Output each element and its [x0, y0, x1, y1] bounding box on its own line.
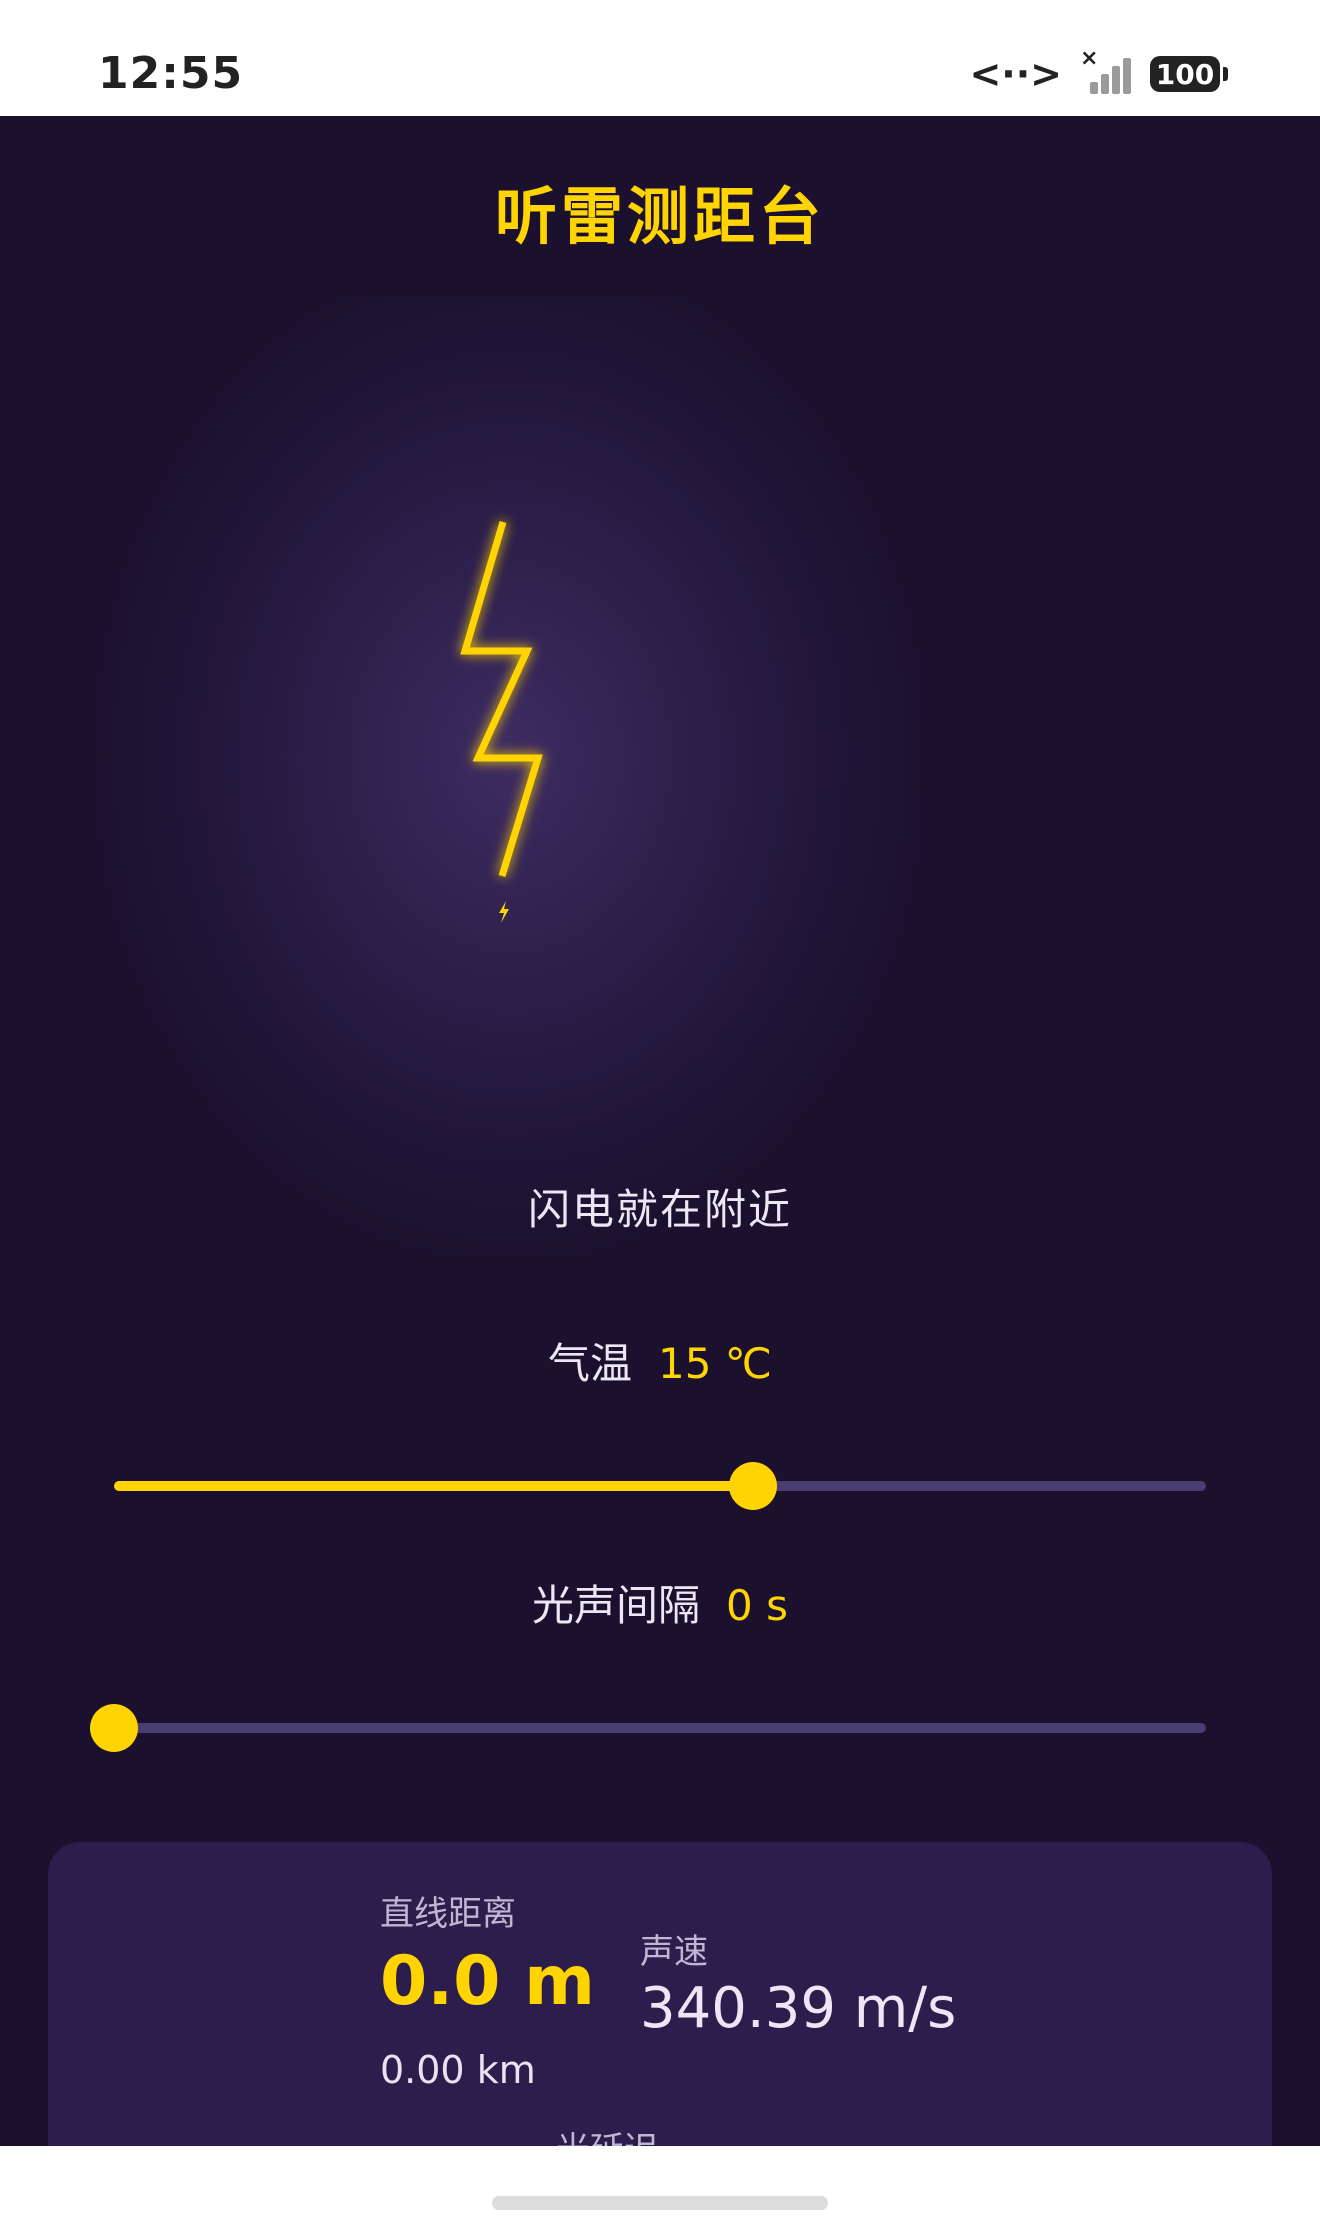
- sound-speed-value: 340.39 m/s: [640, 1976, 957, 2041]
- slider-track[interactable]: [114, 1723, 1206, 1733]
- temperature-slider[interactable]: [114, 1462, 1206, 1510]
- interval-row: 光声间隔 0 s: [0, 1572, 1320, 1633]
- status-time: 12:55: [98, 48, 244, 99]
- lightning-bolt-icon: [460, 521, 543, 878]
- lightning-status-text: 闪电就在附近: [527, 1185, 792, 1234]
- no-signal-mark: ×: [1080, 46, 1099, 71]
- sound-speed-label: 声速: [640, 1932, 708, 1972]
- temperature-row: 气温 15 ℃: [0, 1330, 1320, 1391]
- network-icon: <··>: [969, 52, 1062, 96]
- signal-bar: [1112, 66, 1120, 94]
- status-icons: <··> × 100: [969, 46, 1228, 96]
- battery-icon: 100: [1150, 56, 1228, 92]
- slider-thumb[interactable]: [90, 1704, 138, 1752]
- result-card: 直线距离 0.0 m 0.00 km 声速 340.39 m/s 光延迟: [48, 1842, 1272, 2146]
- status-bar: 12:55 <··> × 100: [0, 0, 1320, 116]
- signal-icon: ×: [1080, 46, 1132, 94]
- distance-kilometers: 0.00 km: [380, 2048, 536, 2092]
- signal-bar: [1101, 74, 1109, 94]
- battery-level: 100: [1155, 57, 1215, 91]
- signal-bar: [1090, 82, 1098, 94]
- light-delay-label: 光延迟: [556, 2122, 658, 2146]
- temperature-label: 气温: [548, 1339, 633, 1388]
- home-gesture-bar[interactable]: [492, 2196, 828, 2210]
- app-title: 听雷测距台: [494, 180, 825, 253]
- small-lightning-icon: [499, 901, 509, 923]
- distance-meters: 0.0 m: [380, 1942, 595, 2021]
- interval-slider[interactable]: [90, 1704, 1206, 1752]
- signal-bar: [1123, 58, 1131, 94]
- temperature-value: 15 ℃: [658, 1339, 772, 1388]
- app-screen: 听雷测距台 闪电就在附近 气温 15 ℃ 光声间隔 0 s 直线距离 0.0 m 0…: [0, 116, 1320, 2146]
- distance-label: 直线距离: [380, 1894, 516, 1934]
- slider-thumb[interactable]: [728, 1462, 777, 1510]
- interval-label: 光声间隔: [532, 1581, 701, 1630]
- navigation-bar: [0, 2146, 1320, 2232]
- slider-fill: [114, 1481, 753, 1491]
- interval-value: 0 s: [726, 1581, 788, 1630]
